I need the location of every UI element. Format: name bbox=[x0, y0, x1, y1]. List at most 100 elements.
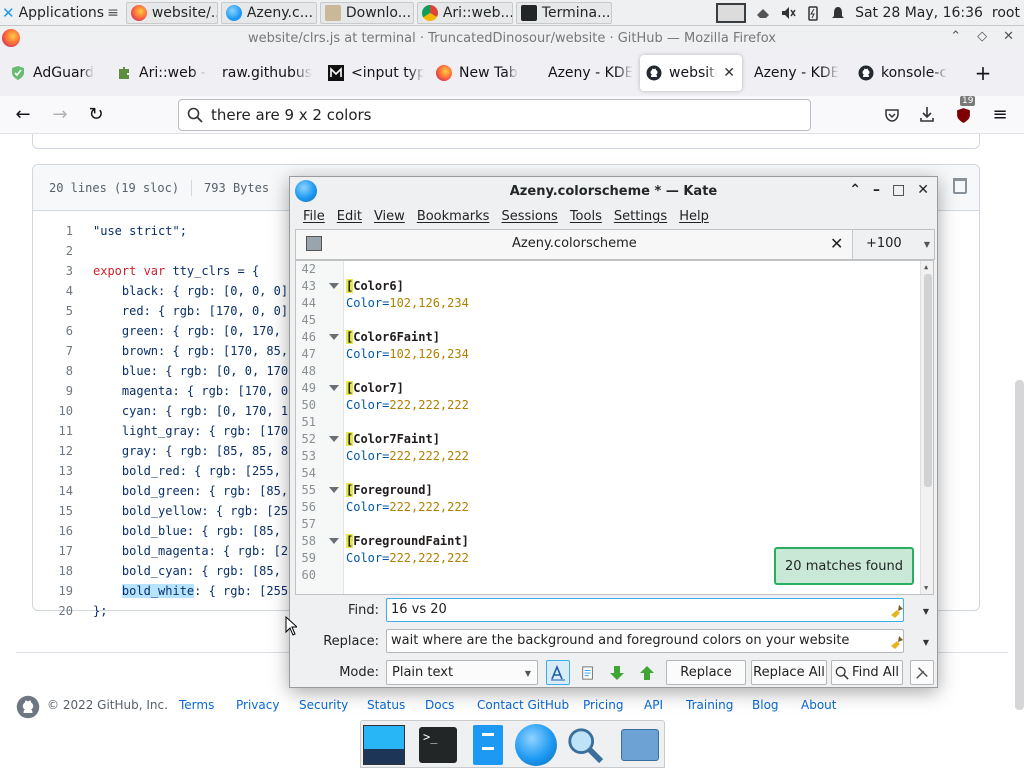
line-number[interactable]: 14 bbox=[33, 481, 73, 501]
menu-help[interactable]: Help bbox=[679, 209, 709, 224]
github-logo-icon[interactable] bbox=[16, 695, 40, 719]
keep-above-chevron-icon[interactable]: ⌃ bbox=[849, 182, 861, 198]
find-previous-button[interactable] bbox=[636, 660, 658, 685]
line-number[interactable]: 12 bbox=[33, 441, 73, 461]
reload-icon[interactable]: ↻ bbox=[85, 104, 107, 126]
pocket-icon[interactable] bbox=[884, 107, 900, 123]
clear-broom-icon[interactable] bbox=[889, 634, 905, 650]
folder-icon[interactable] bbox=[621, 729, 659, 761]
fold-arrow-icon[interactable] bbox=[329, 487, 339, 493]
search-options-button[interactable] bbox=[910, 660, 934, 685]
desktop-show-icon[interactable] bbox=[363, 725, 405, 765]
line-number[interactable]: 6 bbox=[33, 321, 73, 341]
taskbar-item-terminal[interactable]: Termina... bbox=[515, 1, 612, 24]
tab-azeny-kde-2[interactable]: Azeny - KDE bbox=[742, 55, 852, 91]
menu-settings[interactable]: Settings bbox=[614, 209, 667, 224]
menu-view[interactable]: View bbox=[374, 209, 405, 224]
maximize-icon[interactable]: □ bbox=[892, 182, 905, 198]
line-number[interactable]: 17 bbox=[33, 541, 73, 561]
url-bar[interactable]: there are 9 x 2 colors bbox=[178, 99, 811, 131]
footer-link-api[interactable]: API bbox=[644, 698, 663, 712]
line-number[interactable]: 4 bbox=[33, 281, 73, 301]
line-number[interactable]: 2 bbox=[33, 241, 73, 261]
line-number[interactable]: 3 bbox=[33, 261, 73, 281]
clear-broom-icon[interactable] bbox=[889, 603, 905, 619]
fold-arrow-icon[interactable] bbox=[329, 436, 339, 442]
minimize-icon[interactable]: – bbox=[873, 182, 880, 198]
konsole-terminal-icon[interactable]: >_ bbox=[419, 727, 457, 763]
volume-icon[interactable] bbox=[780, 5, 796, 21]
line-number[interactable]: 18 bbox=[33, 561, 73, 581]
replace-history-dropdown-icon[interactable]: ▼ bbox=[923, 638, 929, 647]
tab-website-github[interactable]: website ✕ bbox=[640, 55, 742, 91]
network-icon[interactable] bbox=[755, 5, 771, 21]
more-tabs-count[interactable]: +100 bbox=[866, 236, 902, 251]
close-icon[interactable]: ✕ bbox=[917, 182, 929, 198]
fold-arrow-icon[interactable] bbox=[329, 538, 339, 544]
line-number[interactable]: 1 bbox=[33, 221, 73, 241]
web-browser-globe-icon[interactable] bbox=[515, 724, 557, 766]
tab-mdn-input[interactable]: <input typ bbox=[322, 55, 430, 91]
footer-link-status[interactable]: Status bbox=[367, 698, 405, 712]
scroll-down-icon[interactable]: ▼ bbox=[924, 584, 928, 592]
line-number[interactable]: 13 bbox=[33, 461, 73, 481]
footer-link-contact[interactable]: Contact GitHub bbox=[477, 698, 569, 712]
line-number[interactable]: 19 bbox=[33, 581, 73, 601]
menu-bookmarks[interactable]: Bookmarks bbox=[417, 209, 490, 224]
taskbar-item-chrome[interactable]: Ari::web... bbox=[416, 1, 513, 24]
scroll-up-icon[interactable]: ▲ bbox=[924, 263, 928, 271]
taskbar-item-downloads[interactable]: Downlo... bbox=[319, 1, 414, 24]
tab-close-icon[interactable]: ✕ bbox=[723, 65, 735, 81]
close-icon[interactable]: ✕ bbox=[1003, 29, 1014, 44]
line-number[interactable]: 7 bbox=[33, 341, 73, 361]
downloads-icon[interactable] bbox=[919, 106, 935, 123]
footer-link-training[interactable]: Training bbox=[686, 698, 733, 712]
line-number[interactable]: 8 bbox=[33, 361, 73, 381]
match-case-toggle[interactable] bbox=[546, 660, 570, 685]
editor-area[interactable]: 42 43 [Color6] 44 Color=102,126,234 45 46 [Colo… bbox=[295, 260, 934, 595]
tab-adguard[interactable]: AdGuard bbox=[4, 55, 110, 91]
tab-raw-githubusercontent[interactable]: raw.githubus bbox=[216, 55, 322, 91]
mode-select[interactable]: Plain text ▼ bbox=[386, 660, 538, 685]
notifications-bell-icon[interactable] bbox=[830, 5, 846, 21]
back-arrow-icon[interactable]: ← bbox=[12, 104, 34, 126]
replace-button[interactable]: Replace bbox=[666, 660, 746, 685]
line-number[interactable]: 9 bbox=[33, 381, 73, 401]
tab-konsole-github[interactable]: konsole-c bbox=[852, 55, 960, 91]
hamburger-menu-icon[interactable]: ≡ bbox=[989, 104, 1011, 126]
footer-link-security[interactable]: Security bbox=[299, 698, 348, 712]
fold-arrow-icon[interactable] bbox=[329, 385, 339, 391]
fold-arrow-icon[interactable] bbox=[329, 283, 339, 289]
find-input[interactable]: 16 vs 20 bbox=[386, 598, 904, 622]
tab-new-tab[interactable]: New Tab bbox=[430, 55, 538, 91]
find-history-dropdown-icon[interactable]: ▼ bbox=[923, 607, 929, 616]
line-number[interactable]: 5 bbox=[33, 301, 73, 321]
close-tab-icon[interactable]: ✕ bbox=[830, 234, 843, 253]
line-number[interactable]: 15 bbox=[33, 501, 73, 521]
krunner-search-icon[interactable] bbox=[566, 725, 604, 765]
line-number[interactable]: 10 bbox=[33, 401, 73, 421]
file-manager-dolphin-icon[interactable] bbox=[473, 725, 503, 765]
selection-only-toggle[interactable] bbox=[577, 660, 599, 685]
line-number[interactable]: 20 bbox=[33, 601, 73, 621]
taskbar-item-firefox[interactable]: website/... bbox=[125, 1, 218, 24]
footer-link-pricing[interactable]: Pricing bbox=[583, 698, 623, 712]
taskbar-item-kate[interactable]: Azeny.c... bbox=[220, 1, 317, 24]
line-number[interactable]: 11 bbox=[33, 421, 73, 441]
find-all-button[interactable]: Find All bbox=[831, 660, 903, 685]
clock[interactable]: Sat 28 May, 16:36 bbox=[855, 5, 983, 21]
ublock-origin-icon[interactable] bbox=[955, 107, 972, 124]
applications-menu[interactable]: ✕ Applications ≡ bbox=[0, 0, 123, 26]
minimize-chevron-icon[interactable]: ⌃ bbox=[950, 29, 961, 44]
document-tab[interactable]: Azeny.colorscheme ✕ bbox=[296, 230, 853, 259]
battery-icon[interactable] bbox=[805, 5, 821, 21]
scrollbar-thumb[interactable] bbox=[924, 274, 932, 487]
tabs-dropdown-icon[interactable]: ▼ bbox=[924, 240, 930, 249]
new-tab-plus-icon[interactable]: + bbox=[968, 61, 998, 85]
tab-ari-web[interactable]: Ari::web - bbox=[110, 55, 216, 91]
forward-arrow-icon[interactable]: → bbox=[49, 104, 71, 126]
footer-link-about[interactable]: About bbox=[801, 698, 836, 712]
find-next-button[interactable] bbox=[606, 660, 628, 685]
pager-desktop[interactable] bbox=[716, 3, 747, 23]
editor-scrollbar[interactable]: ▲ ▼ bbox=[920, 261, 933, 594]
